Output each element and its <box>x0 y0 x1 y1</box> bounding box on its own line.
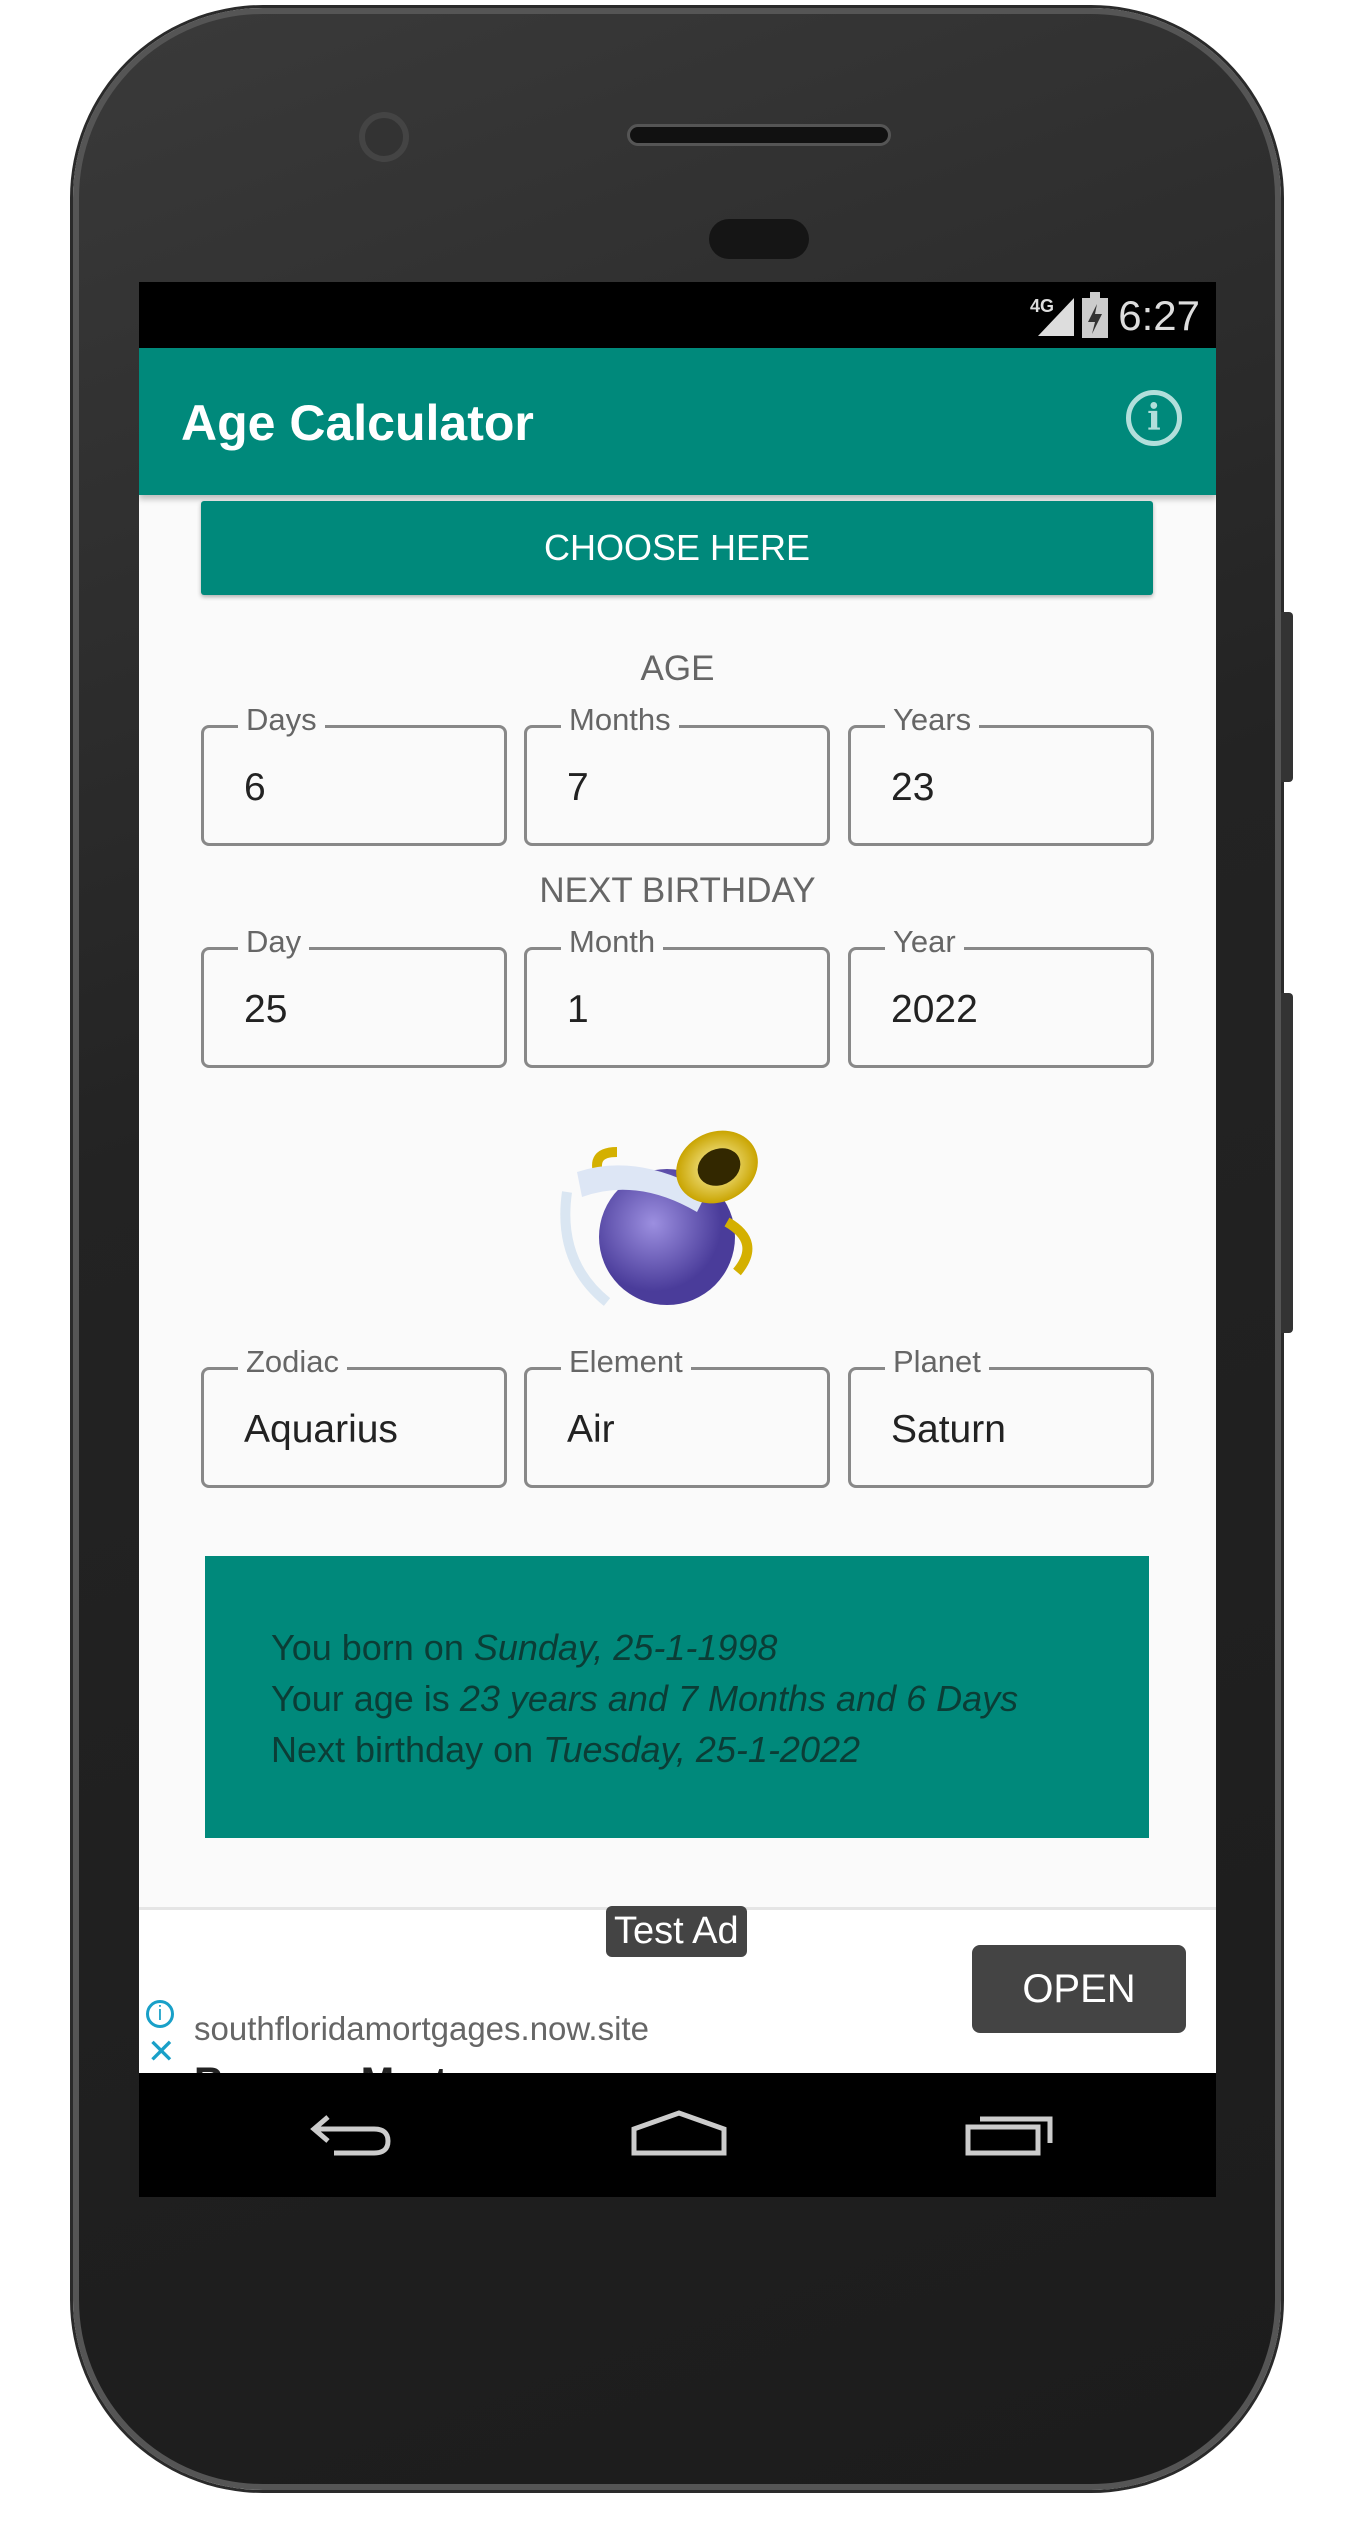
born-on-label: You born on <box>271 1627 474 1668</box>
ad-banner[interactable]: Test Ad i ✕ southfloridamortgages.now.si… <box>139 1906 1216 2104</box>
aquarius-water-jar-icon <box>560 1130 758 1306</box>
recents-icon[interactable] <box>964 2109 1059 2159</box>
months-label: Months <box>561 702 679 738</box>
year-value: 2022 <box>891 988 978 1031</box>
choose-date-button[interactable]: CHOOSE HERE <box>201 501 1153 595</box>
app-bar: Age Calculator i <box>139 348 1216 495</box>
months-field[interactable]: Months 7 <box>524 702 830 846</box>
ad-close-icon[interactable]: ✕ <box>147 2032 176 2072</box>
test-ad-badge: Test Ad <box>606 1906 747 1957</box>
years-label: Years <box>885 702 980 738</box>
result-summary: You born on Sunday, 25-1-1998 Your age i… <box>205 1556 1149 1838</box>
app-title: Age Calculator <box>181 395 534 451</box>
day-label: Day <box>238 924 310 960</box>
volume-button[interactable] <box>1281 612 1293 782</box>
days-field[interactable]: Days 6 <box>201 702 507 846</box>
months-value: 7 <box>567 766 589 809</box>
year-field[interactable]: Year 2022 <box>848 924 1154 1068</box>
next-birthday-line: Next birthday on Tuesday, 25-1-2022 <box>271 1724 1149 1775</box>
born-on-line: You born on Sunday, 25-1-1998 <box>271 1622 1149 1673</box>
ad-open-button[interactable]: OPEN <box>972 1945 1186 2033</box>
navigation-bar <box>139 2073 1216 2197</box>
ad-url[interactable]: southfloridamortgages.now.site <box>194 2010 649 2048</box>
month-label: Month <box>561 924 664 960</box>
planet-field[interactable]: Planet Saturn <box>848 1344 1154 1488</box>
power-button[interactable] <box>1281 993 1293 1333</box>
ad-info-icon[interactable]: i <box>146 2000 174 2028</box>
days-value: 6 <box>244 766 266 809</box>
age-value: 23 years and 7 Months and 6 Days <box>459 1678 1019 1719</box>
age-label: Your age is <box>271 1678 460 1719</box>
svg-text:4G: 4G <box>1030 296 1054 316</box>
element-label: Element <box>561 1344 691 1380</box>
day-field[interactable]: Day 25 <box>201 924 507 1068</box>
screen: 4G 6:27 Age Calculator i CHOOSE HERE AGE… <box>139 282 1216 2197</box>
month-field[interactable]: Month 1 <box>524 924 830 1068</box>
year-label: Year <box>885 924 964 960</box>
planet-label: Planet <box>885 1344 989 1380</box>
back-icon[interactable] <box>304 2109 394 2159</box>
clock: 6:27 <box>1118 292 1200 339</box>
home-icon[interactable] <box>629 2109 729 2159</box>
zodiac-label: Zodiac <box>238 1344 348 1380</box>
years-field[interactable]: Years 23 <box>848 702 1154 846</box>
proximity-sensor <box>709 219 809 259</box>
front-camera <box>359 112 409 162</box>
info-icon[interactable]: i <box>1126 390 1182 446</box>
born-on-value: Sunday, 25-1-1998 <box>473 1627 778 1668</box>
earpiece-speaker <box>627 124 891 146</box>
age-line: Your age is 23 years and 7 Months and 6 … <box>271 1673 1149 1724</box>
battery-charging-icon <box>1082 292 1108 338</box>
years-value: 23 <box>891 766 935 809</box>
element-value: Air <box>567 1408 615 1451</box>
days-label: Days <box>238 702 325 738</box>
next-birthday-heading: NEXT BIRTHDAY <box>539 871 816 910</box>
element-field[interactable]: Element Air <box>524 1344 830 1488</box>
age-heading: AGE <box>640 649 715 688</box>
status-bar: 4G 6:27 <box>139 282 1216 348</box>
zodiac-value: Aquarius <box>244 1408 398 1451</box>
signal-icon: 4G <box>1030 296 1074 336</box>
month-value: 1 <box>567 988 589 1031</box>
day-value: 25 <box>244 988 288 1031</box>
planet-value: Saturn <box>891 1408 1006 1451</box>
next-birthday-value: Tuesday, 25-1-2022 <box>543 1729 861 1770</box>
next-birthday-label: Next birthday on <box>271 1729 544 1770</box>
zodiac-field[interactable]: Zodiac Aquarius <box>201 1344 507 1488</box>
